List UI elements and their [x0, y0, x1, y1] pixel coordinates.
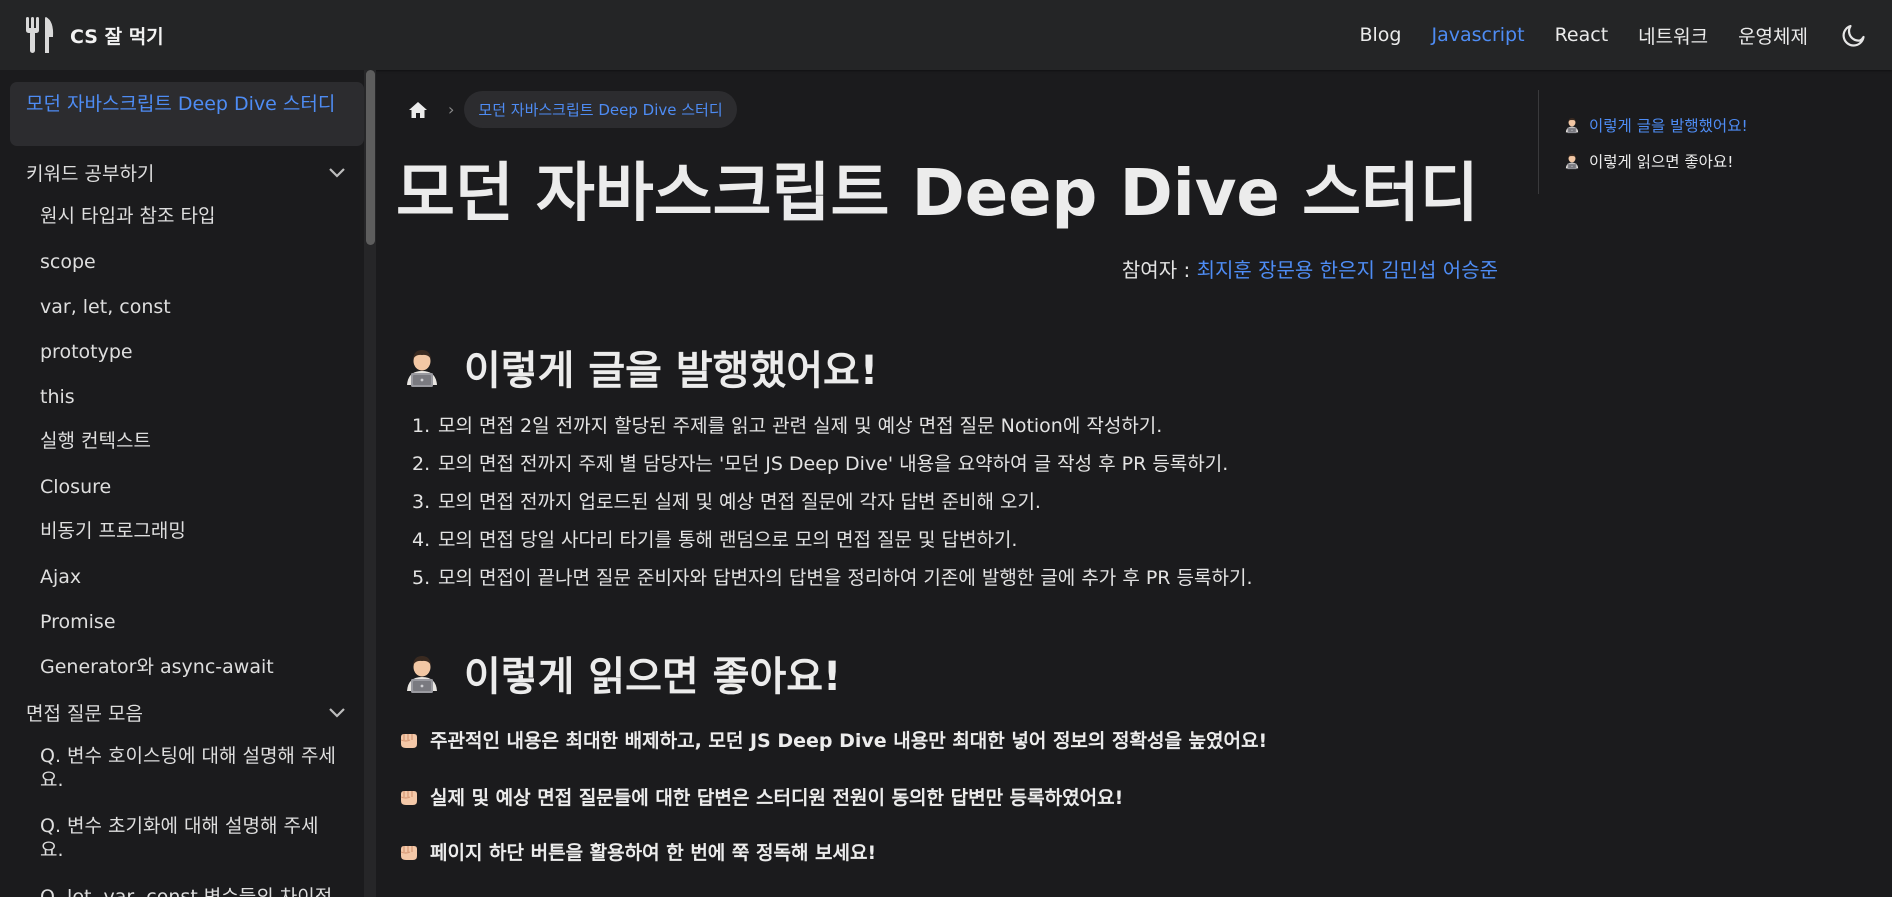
toc-item-publish[interactable]: 이렇게 글을 발행했어요! — [1563, 114, 1748, 136]
home-icon — [409, 101, 427, 118]
sidebar-item[interactable]: prototype — [40, 340, 350, 364]
fist-emoji-icon — [398, 841, 420, 863]
sidebar-item[interactable]: Closure — [40, 475, 350, 499]
fork-knife-icon — [26, 17, 54, 53]
nav-link-react[interactable]: React — [1555, 24, 1609, 46]
list-item: 1. 모의 면접 2일 전까지 할당된 주제를 읽고 관련 실제 및 예상 면접… — [412, 415, 1163, 437]
nav-link-javascript[interactable]: Javascript — [1431, 24, 1524, 46]
sidebar-item-deep-dive-study[interactable]: 모던 자바스크립트 Deep Dive 스터디 — [10, 82, 364, 146]
page-title: 모던 자바스크립트 Deep Dive 스터디 — [396, 157, 1479, 231]
technologist-emoji-icon — [1563, 152, 1581, 170]
sidebar-category-keywords[interactable]: 키워드 공부하기 — [10, 152, 364, 192]
toc-item-reading[interactable]: 이렇게 읽으면 좋아요! — [1563, 150, 1733, 172]
tip-item: 페이지 하단 버튼을 활용하여 한 번에 쭉 정독해 보세요! — [398, 838, 876, 865]
participants-label: 참여자 : — [1121, 258, 1197, 282]
sidebar-item[interactable]: this — [40, 385, 350, 409]
participants-names[interactable]: 최지훈 장문용 한은지 김민섭 어승준 — [1197, 258, 1498, 282]
sidebar-item[interactable]: 원시 타입과 참조 타입 — [40, 204, 350, 228]
technologist-emoji-icon — [400, 345, 444, 389]
brand-link[interactable]: CS 잘 먹기 — [24, 15, 164, 55]
chevron-down-icon — [329, 708, 345, 718]
nav-link-os[interactable]: 운영체제 — [1738, 22, 1808, 49]
section-heading-text: 이렇게 글을 발행했어요! — [464, 348, 879, 394]
tip-item: 실제 및 예상 면접 질문들에 대한 답변은 스터디원 전원이 동의한 답변만 … — [398, 783, 1123, 810]
section-heading-text: 이렇게 읽으면 좋아요! — [464, 654, 842, 700]
sidebar-item[interactable]: Q. 변수 초기화에 대해 설명해 주세요. — [40, 814, 340, 862]
nav-link-blog[interactable]: Blog — [1359, 24, 1401, 46]
section-heading-publish: 이렇게 글을 발행했어요! — [400, 338, 878, 396]
technologist-emoji-icon — [1563, 116, 1581, 134]
technologist-emoji-icon — [400, 651, 444, 695]
sidebar-item[interactable]: var, let, const — [40, 295, 350, 319]
fist-emoji-icon — [398, 786, 420, 808]
breadcrumb-separator: › — [448, 100, 455, 119]
publish-steps-list: 1. 모의 면접 2일 전까지 할당된 주제를 읽고 관련 실제 및 예상 면접… — [412, 412, 1253, 602]
fist-emoji-icon — [398, 729, 420, 751]
sidebar-item[interactable]: Promise — [40, 610, 350, 634]
sidebar-item[interactable]: Q. 변수 호이스팅에 대해 설명해 주세요. — [40, 744, 340, 792]
breadcrumb: › 모던 자바스크립트 Deep Dive 스터디 — [400, 91, 737, 128]
list-item: 3. 모의 면접 전까지 업로드된 실제 및 예상 면접 질문에 각자 답변 준… — [412, 491, 1041, 513]
sidebar: 모던 자바스크립트 Deep Dive 스터디 키워드 공부하기 원시 타입과 … — [0, 70, 376, 897]
sidebar-item[interactable]: Q. let, var, const 변수들의 차이점 — [40, 885, 340, 897]
list-item: 2. 모의 면접 전까지 주제 별 담당자는 '모던 JS Deep Dive'… — [412, 453, 1229, 475]
tip-item: 주관적인 내용은 최대한 배제하고, 모던 JS Deep Dive 내용만 최… — [398, 726, 1267, 753]
list-item: 5. 모의 면접이 끝나면 질문 준비자와 답변자의 답변을 정리하여 기존에 … — [412, 567, 1253, 589]
section-heading-reading: 이렇게 읽으면 좋아요! — [400, 644, 841, 702]
table-of-contents: 이렇게 글을 발행했어요! 이렇게 읽으면 좋아요! — [1538, 90, 1838, 194]
sidebar-category-label: 키워드 공부하기 — [26, 162, 155, 185]
breadcrumb-current[interactable]: 모던 자바스크립트 Deep Dive 스터디 — [464, 91, 737, 128]
sidebar-item[interactable]: Ajax — [40, 565, 350, 589]
chevron-down-icon — [329, 168, 345, 178]
sidebar-scrollbar-thumb[interactable] — [366, 70, 375, 245]
breadcrumb-home[interactable] — [400, 92, 436, 128]
sidebar-item[interactable]: Generator와 async-await — [40, 655, 350, 679]
top-navbar: CS 잘 먹기 Blog Javascript React 네트워크 운영체제 — [0, 0, 1892, 70]
sidebar-item[interactable]: 실행 컨텍스트 — [40, 429, 350, 453]
sidebar-item[interactable]: scope — [40, 250, 350, 274]
participants: 참여자 : 최지훈 장문용 한은지 김민섭 어승준 — [1122, 254, 1498, 283]
brand-title: CS 잘 먹기 — [70, 25, 164, 48]
sidebar-category-interview[interactable]: 면접 질문 모음 — [10, 692, 364, 732]
nav-links: Blog Javascript React 네트워크 운영체제 — [1359, 0, 1892, 70]
sidebar-item[interactable]: 비동기 프로그래밍 — [40, 519, 350, 543]
sidebar-category-label: 면접 질문 모음 — [26, 702, 143, 725]
list-item: 4. 모의 면접 당일 사다리 타기를 통해 랜덤으로 모의 면접 질문 및 답… — [412, 529, 1018, 551]
moon-icon[interactable] — [1840, 21, 1868, 49]
nav-link-network[interactable]: 네트워크 — [1638, 22, 1708, 49]
